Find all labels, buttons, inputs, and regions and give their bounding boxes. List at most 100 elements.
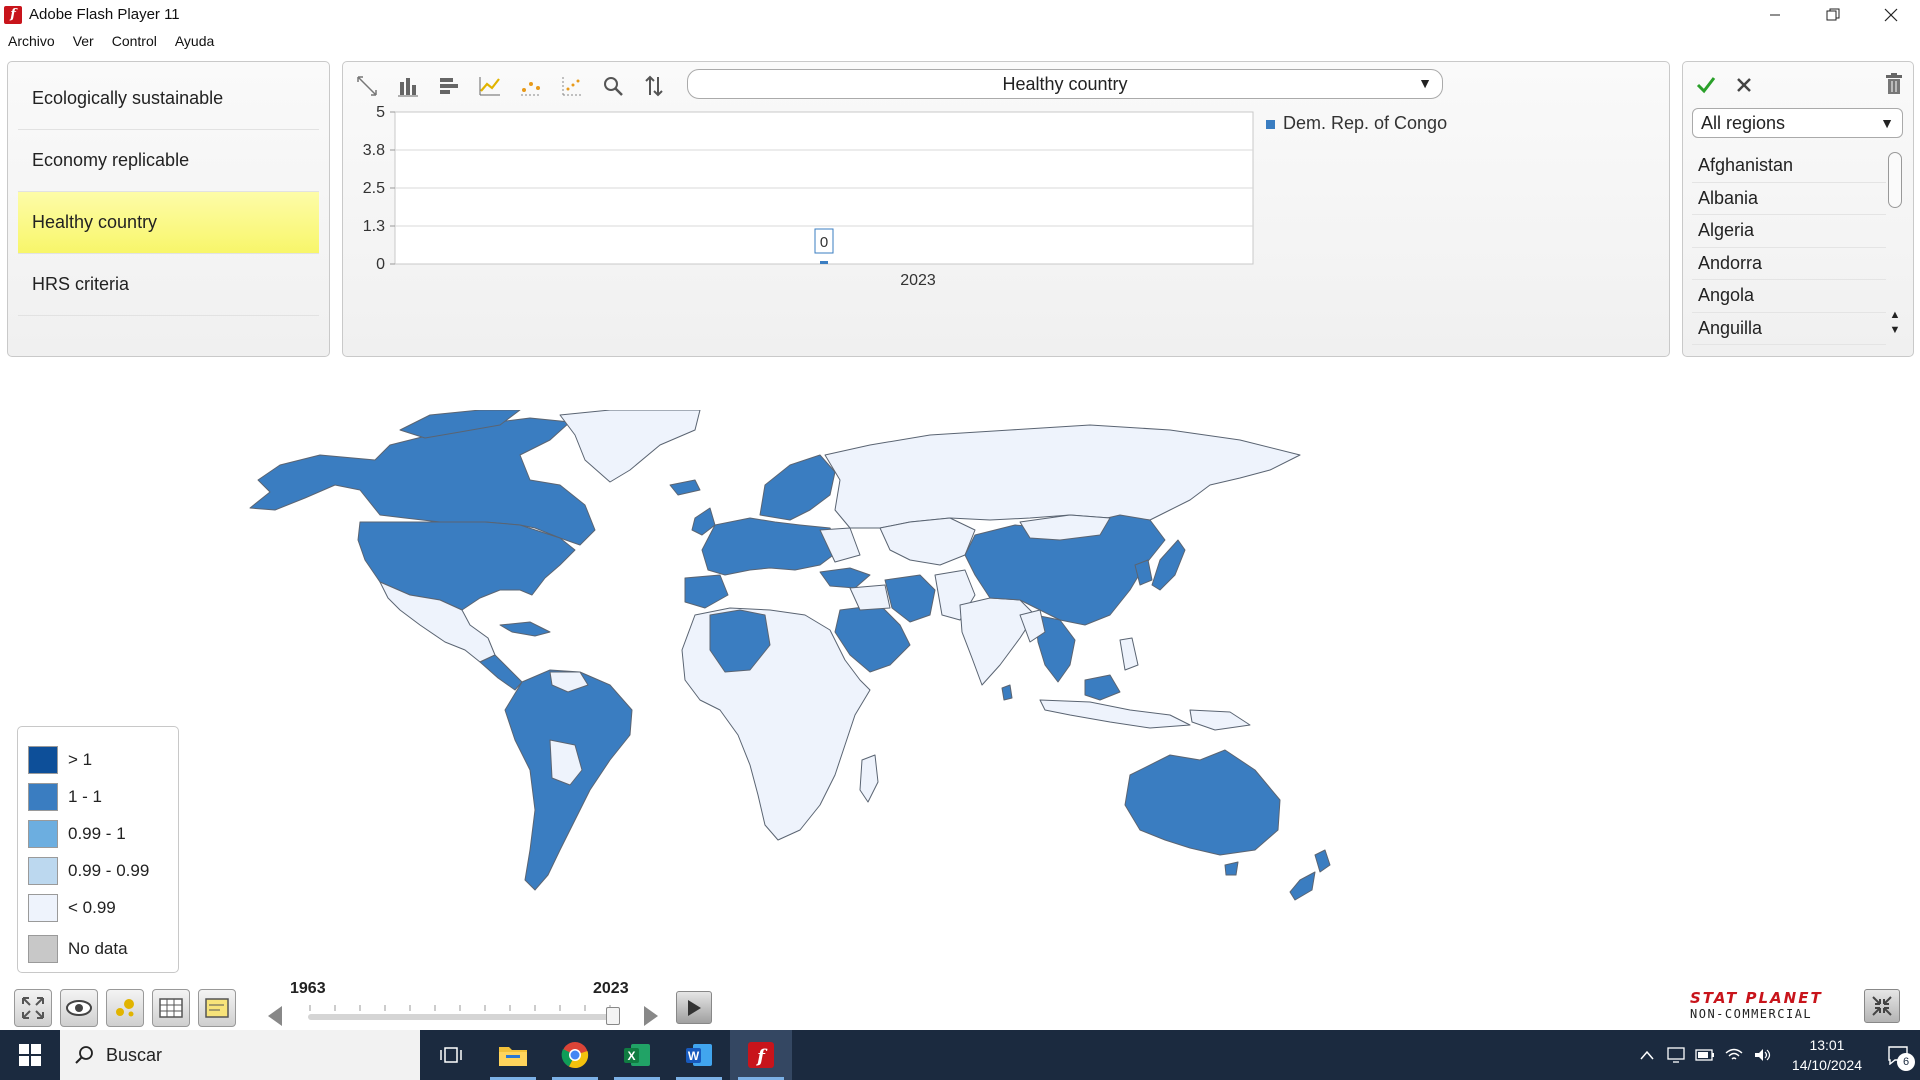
map-region-scandinavia[interactable] xyxy=(759,454,836,521)
map-region-tasmania[interactable] xyxy=(1224,861,1239,876)
legend-label: 0.99 - 0.99 xyxy=(68,860,150,880)
menu-ayuda[interactable]: Ayuda xyxy=(175,33,214,49)
clear-icon[interactable] xyxy=(1735,76,1753,94)
timeline-end-year: 2023 xyxy=(593,980,629,997)
check-icon[interactable] xyxy=(1695,74,1717,96)
legend-item: 1 - 1 xyxy=(28,778,168,815)
scroll-up-icon[interactable]: ▲ xyxy=(1888,308,1902,322)
region-toolbar xyxy=(1693,70,1905,98)
battery-icon xyxy=(1695,1049,1715,1061)
vertical-bar-chart-button[interactable] xyxy=(394,72,422,100)
folder-icon xyxy=(499,1047,527,1066)
meet-now-button[interactable] xyxy=(1662,1030,1691,1080)
line-chart-button[interactable] xyxy=(476,72,504,100)
view-button[interactable] xyxy=(60,989,98,1027)
task-view-button[interactable] xyxy=(420,1030,482,1080)
sort-button[interactable] xyxy=(640,72,668,100)
list-item[interactable]: Albania xyxy=(1692,183,1886,215)
clock[interactable]: 13:01 14/10/2024 xyxy=(1792,1035,1862,1075)
scatter-plot-icon xyxy=(562,77,581,96)
map-region-madagascar[interactable] xyxy=(859,754,879,803)
task-view-icon xyxy=(440,1047,462,1063)
battery-button[interactable] xyxy=(1691,1030,1720,1080)
map-region-caribbean[interactable] xyxy=(499,621,551,637)
volume-button[interactable] xyxy=(1749,1030,1778,1080)
notification-center-button[interactable]: 6 xyxy=(1876,1030,1920,1080)
scroll-thumb[interactable] xyxy=(1888,152,1902,208)
list-item[interactable]: Algeria xyxy=(1692,215,1886,248)
start-button[interactable] xyxy=(0,1030,60,1080)
map-region-iberia[interactable] xyxy=(684,574,729,609)
map-region-korea[interactable] xyxy=(1134,559,1153,586)
fit-button[interactable] xyxy=(353,72,381,100)
flash-logo-icon: f xyxy=(4,5,22,24)
list-item[interactable]: Afghanistan xyxy=(1692,150,1886,183)
map-region-iran[interactable] xyxy=(884,574,936,623)
legend-item: < 0.99 xyxy=(28,889,168,926)
legend-swatch xyxy=(28,782,58,811)
menu-ver[interactable]: Ver xyxy=(73,33,94,49)
list-item[interactable]: Angola xyxy=(1692,280,1886,313)
map-region-central-america[interactable] xyxy=(479,654,523,691)
taskbar-file-explorer[interactable] xyxy=(482,1030,544,1080)
indicator-economy-replicable[interactable]: Economy replicable xyxy=(18,130,319,192)
scatter-dots-button[interactable] xyxy=(517,72,545,100)
bubbles-button[interactable] xyxy=(106,989,144,1027)
map-region-europe[interactable] xyxy=(701,517,841,576)
map-region-new-zealand[interactable] xyxy=(1289,849,1331,901)
trash-icon[interactable] xyxy=(1883,72,1905,96)
taskbar-chrome[interactable] xyxy=(544,1030,606,1080)
map-region-borneo[interactable] xyxy=(1084,674,1121,701)
taskbar-excel[interactable]: X xyxy=(606,1030,668,1080)
map-region-central-asia[interactable] xyxy=(879,517,976,566)
notes-button[interactable] xyxy=(198,989,236,1027)
fullscreen-button[interactable] xyxy=(1864,989,1900,1023)
list-item[interactable]: Anguilla xyxy=(1692,313,1886,345)
legend-swatch xyxy=(28,893,58,922)
expand-button[interactable] xyxy=(14,989,52,1027)
taskbar-word[interactable]: W xyxy=(668,1030,730,1080)
table-button[interactable] xyxy=(152,989,190,1027)
zoom-button[interactable] xyxy=(599,72,627,100)
region-dropdown[interactable]: All regions ▼ xyxy=(1692,108,1903,138)
next-year-icon[interactable] xyxy=(644,1006,658,1026)
chart-toolbar xyxy=(353,72,681,100)
map-region-india[interactable] xyxy=(959,597,1036,686)
taskbar-flash-player[interactable]: f xyxy=(730,1030,792,1080)
close-button[interactable] xyxy=(1862,0,1920,29)
map-region-turkey[interactable] xyxy=(819,567,871,589)
bar[interactable] xyxy=(820,261,828,264)
taskbar-search[interactable]: Buscar xyxy=(60,1030,420,1080)
map-region-iraq-syria[interactable] xyxy=(849,584,891,611)
indicator-hrs-criteria[interactable]: HRS criteria xyxy=(18,254,319,316)
map-region-russia[interactable] xyxy=(824,424,1301,529)
scroll-down-icon[interactable]: ▼ xyxy=(1888,323,1902,337)
scatter-plot-button[interactable] xyxy=(558,72,586,100)
y-tick-label: 5 xyxy=(376,104,385,121)
map-region-sri-lanka[interactable] xyxy=(1001,684,1013,701)
map-region-new-guinea[interactable] xyxy=(1189,709,1251,731)
restore-button[interactable] xyxy=(1804,0,1862,29)
indicator-dropdown[interactable]: Healthy country ▼ xyxy=(687,69,1443,99)
network-button[interactable] xyxy=(1720,1030,1749,1080)
menu-control[interactable]: Control xyxy=(112,33,157,49)
map-region-greenland[interactable] xyxy=(559,410,701,483)
scrollbar[interactable]: ▲ ▼ xyxy=(1886,150,1904,338)
menu-archivo[interactable]: Archivo xyxy=(8,33,55,49)
list-item[interactable]: Andorra xyxy=(1692,248,1886,280)
horizontal-bar-chart-button[interactable] xyxy=(435,72,463,100)
timeline-slider-thumb[interactable] xyxy=(606,1007,620,1025)
previous-year-icon[interactable] xyxy=(268,1006,282,1026)
map-region-iceland[interactable] xyxy=(669,479,701,496)
expand-icon xyxy=(22,997,44,1019)
map-region-australia[interactable] xyxy=(1124,749,1281,856)
timeline-track[interactable] xyxy=(308,1014,613,1020)
indicator-ecologically-sustainable[interactable]: Ecologically sustainable xyxy=(18,68,319,130)
show-hidden-icons-button[interactable] xyxy=(1633,1030,1662,1080)
minimize-button[interactable] xyxy=(1746,0,1804,29)
play-button[interactable] xyxy=(676,991,712,1024)
map-region-indonesia[interactable] xyxy=(1039,699,1191,729)
map-region-philippines[interactable] xyxy=(1119,637,1139,671)
indicator-healthy-country[interactable]: Healthy country xyxy=(18,192,319,254)
world-map[interactable] xyxy=(230,410,1650,960)
